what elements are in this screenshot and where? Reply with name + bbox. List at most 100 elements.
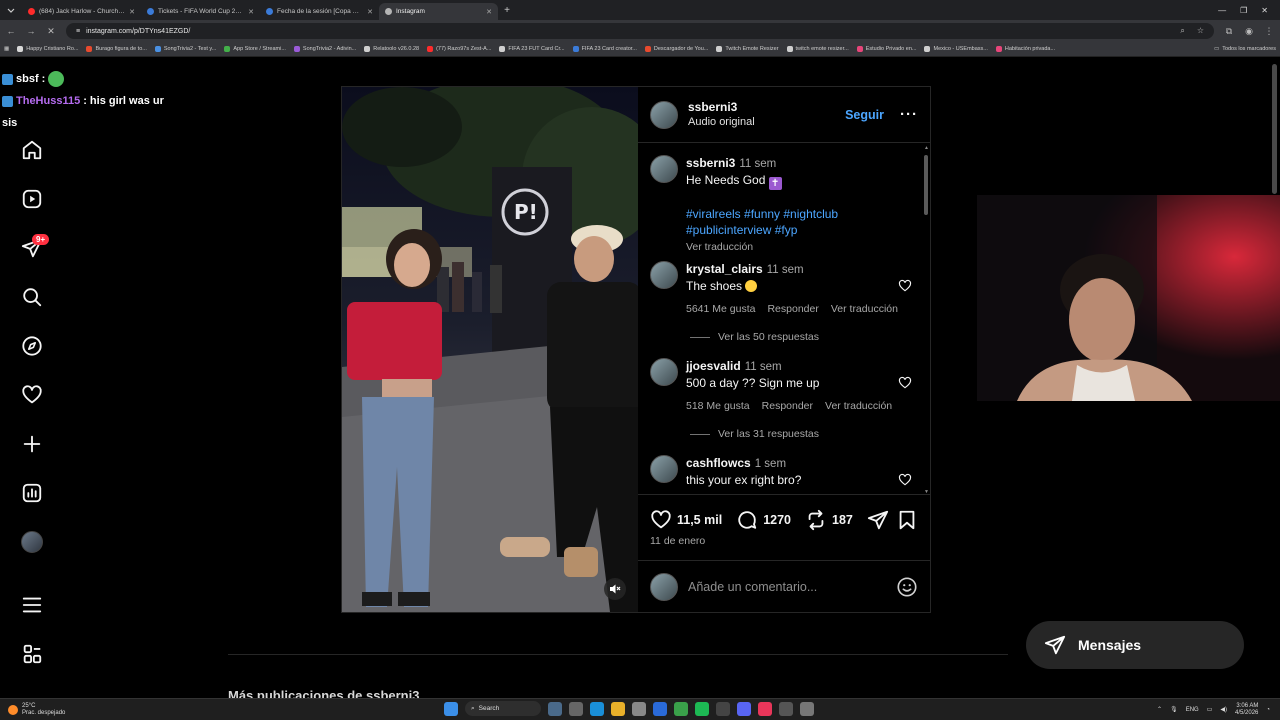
like-heart-icon[interactable]	[650, 509, 672, 531]
music-icon[interactable]	[758, 701, 772, 716]
browser-tab[interactable]: (684) Jack Harlow - Churchill D ✕	[22, 3, 141, 20]
profile-icon[interactable]: ◉	[1244, 26, 1254, 37]
view-replies-link[interactable]: Ver las 50 respuestas	[690, 331, 819, 343]
browser-tab-active[interactable]: Instagram ✕	[379, 3, 498, 20]
post-video[interactable]: P!	[342, 87, 638, 612]
bookmark-item[interactable]: Twitch Emote Resizer	[716, 46, 779, 52]
close-tab-icon[interactable]: ✕	[129, 8, 135, 16]
search-icon[interactable]	[16, 281, 48, 313]
comment-username[interactable]: cashflowcs	[686, 456, 751, 470]
close-window-icon[interactable]: ✕	[1261, 6, 1268, 15]
more-menu-icon[interactable]	[16, 589, 48, 621]
reels-icon[interactable]	[16, 183, 48, 215]
obs-icon[interactable]	[779, 701, 793, 716]
all-bookmarks-folder[interactable]: ▭ Todos los marcadores	[1214, 46, 1276, 52]
repost-count[interactable]: 187	[832, 513, 853, 527]
dashboard-stats-icon[interactable]	[16, 477, 48, 509]
home-icon[interactable]	[16, 134, 48, 166]
audio-link[interactable]: Audio original	[688, 115, 755, 130]
zoom-icon[interactable]: ⌕	[1180, 26, 1184, 36]
bookmark-item[interactable]: Relatoolo v26.0.28	[364, 46, 419, 52]
more-options-icon[interactable]: ···	[900, 106, 918, 123]
tray-chevron-icon[interactable]: ⌃	[1157, 706, 1162, 713]
extensions-icon[interactable]: ⧉	[1224, 26, 1234, 37]
direct-messages-icon[interactable]: 9+	[16, 232, 50, 264]
browser-tab[interactable]: Fecha de la sesión [Copa Mund ✕	[260, 3, 379, 20]
bookmark-item[interactable]: SongTrivia2 - Test y...	[154, 46, 216, 52]
bookmark-item[interactable]: SongTrivia2 - Adivin...	[293, 46, 356, 52]
weather-widget[interactable]: 25°C Prac. despejado	[0, 703, 120, 717]
explore-compass-icon[interactable]	[16, 330, 48, 362]
like-comment-heart-icon[interactable]	[898, 279, 912, 293]
back-icon[interactable]: ←	[6, 26, 16, 36]
bookmark-item[interactable]: Mexico - USEmbass...	[924, 46, 988, 52]
bookmark-item[interactable]: twitch emote resizer...	[786, 46, 849, 52]
also-from-meta-icon[interactable]	[16, 638, 48, 670]
reply-button[interactable]: Responder	[767, 301, 818, 317]
follow-button[interactable]: Seguir	[845, 108, 884, 122]
bookmark-item[interactable]: App Store / Streami...	[224, 46, 286, 52]
new-tab-button[interactable]: +	[498, 5, 516, 16]
windows-start-icon[interactable]	[444, 701, 458, 716]
messages-button[interactable]: Mensajes	[1026, 621, 1244, 669]
commenter-avatar[interactable]	[650, 455, 678, 483]
app-icon[interactable]	[800, 701, 814, 716]
apps-grid-icon[interactable]: ▦	[4, 46, 9, 52]
language-indicator[interactable]: ENG	[1186, 707, 1199, 713]
file-explorer-icon[interactable]	[611, 701, 625, 716]
bookmark-star-icon[interactable]: ☆	[1197, 26, 1204, 36]
notifications-heart-icon[interactable]	[16, 379, 48, 411]
comment-count[interactable]: 1270	[763, 513, 791, 527]
like-comment-heart-icon[interactable]	[898, 473, 912, 487]
bookmark-item[interactable]: Happy Cristiano Ro...	[17, 46, 78, 52]
clock[interactable]: 3:06 AM 4/5/2026	[1235, 703, 1258, 717]
store-icon[interactable]	[632, 701, 646, 716]
comment-input[interactable]: Añade un comentario...	[688, 580, 817, 594]
bookmark-item[interactable]: FIFA 23 FUT Card Cr...	[499, 46, 565, 52]
network-icon[interactable]: ▭	[1207, 706, 1213, 713]
chrome-icon[interactable]	[674, 701, 688, 716]
edge-icon[interactable]	[590, 701, 604, 716]
see-translation-link[interactable]: Ver traducción	[686, 241, 753, 253]
task-view-icon[interactable]	[569, 701, 583, 716]
browser-menu-icon[interactable]: ⋮	[1264, 26, 1274, 37]
comment-like-count[interactable]: 518 Me gusta	[686, 398, 750, 414]
close-tab-icon[interactable]: ✕	[248, 8, 254, 16]
spotify-icon[interactable]	[695, 701, 709, 716]
caption-hashtags[interactable]: #publicinterview #fyp	[686, 223, 797, 237]
bookmark-item[interactable]: Burago figura de to...	[86, 46, 147, 52]
mail-icon[interactable]	[653, 701, 667, 716]
close-tab-icon[interactable]: ✕	[486, 8, 492, 16]
caption-hashtags[interactable]: #viralreels #funny #nightclub	[686, 207, 838, 221]
author-avatar[interactable]	[650, 100, 678, 129]
comments-scrollbar[interactable]: ▲ ▼	[924, 145, 929, 494]
comment-bubble-icon[interactable]	[736, 509, 758, 531]
emoji-picker-icon[interactable]	[896, 576, 918, 598]
comment-username[interactable]: krystal_clairs	[686, 262, 763, 276]
minimize-icon[interactable]: —	[1218, 6, 1226, 15]
close-tab-icon[interactable]: ✕	[367, 8, 373, 16]
view-replies-link[interactable]: Ver las 31 respuestas	[690, 428, 819, 440]
see-translation-link[interactable]: Ver traducción	[831, 301, 898, 317]
discord-icon[interactable]	[737, 701, 751, 716]
comment-like-count[interactable]: 5641 Me gusta	[686, 301, 755, 317]
author-avatar[interactable]	[650, 155, 678, 183]
create-plus-icon[interactable]	[16, 428, 48, 460]
stop-loading-icon[interactable]: ✕	[46, 26, 56, 37]
bookmark-item[interactable]: Descargador de You...	[644, 46, 708, 52]
forward-icon[interactable]: →	[26, 26, 36, 36]
bookmark-item[interactable]: Habitación privada...	[995, 46, 1055, 52]
bookmark-item[interactable]: FIFA 23 Card creator...	[572, 46, 637, 52]
comment-username[interactable]: jjoesvalid	[686, 359, 741, 373]
browser-tab[interactable]: Tickets - FIFA World Cup 2026™ ✕	[141, 3, 260, 20]
bookmark-item[interactable]: (77) Razo97s Zest-A...	[427, 46, 491, 52]
commenter-avatar[interactable]	[650, 261, 678, 289]
profile-nav-item[interactable]	[16, 526, 48, 558]
like-count[interactable]: 11,5 mil	[677, 513, 722, 527]
url-input[interactable]: ≡ instagram.com/p/DTYns41EZGD/ ⌕ ☆	[66, 23, 1214, 39]
mic-icon[interactable]: 🎙	[1170, 706, 1178, 713]
caption-username[interactable]: ssberni3	[686, 156, 735, 170]
xbox-icon[interactable]	[716, 701, 730, 716]
commenter-avatar[interactable]	[650, 358, 678, 386]
tab-search-button[interactable]	[0, 6, 22, 14]
